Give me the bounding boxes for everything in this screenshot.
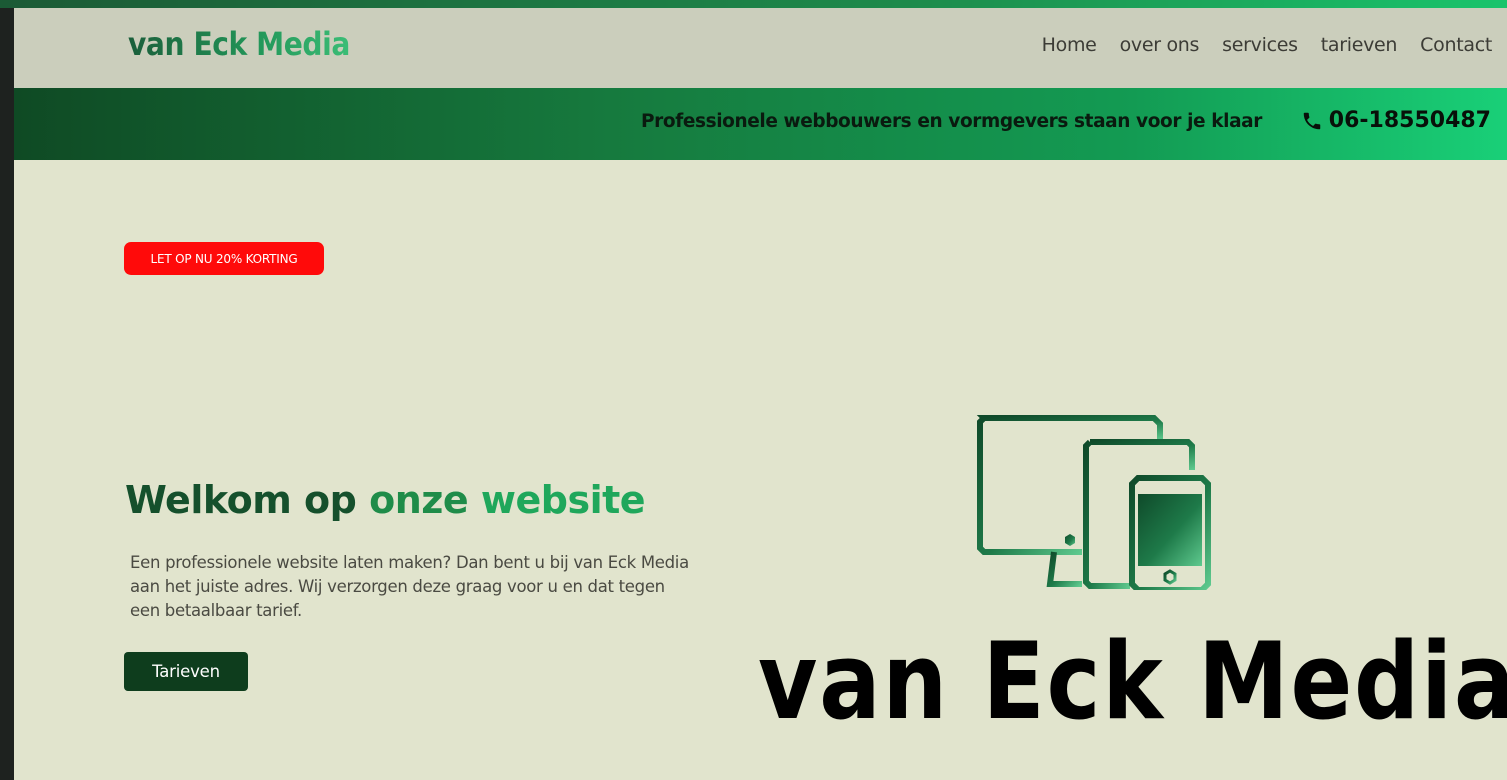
hero-title-part1: Welkom op — [125, 478, 357, 522]
phone-link[interactable]: 06-18550487 — [1301, 108, 1491, 133]
nav-tarieven[interactable]: tarieven — [1321, 34, 1398, 56]
devices-icon — [976, 415, 1211, 590]
nav-contact[interactable]: Contact — [1420, 34, 1492, 56]
hero-description: Een professionele website laten maken? D… — [130, 553, 689, 620]
site-logo[interactable]: van Eck Media — [128, 25, 350, 63]
nav-home[interactable]: Home — [1042, 34, 1097, 56]
phone-icon — [1303, 112, 1321, 129]
main-nav: Home over ons services tarieven Contact — [1042, 34, 1493, 56]
top-accent-strip — [0, 0, 1507, 8]
tarieven-button[interactable]: Tarieven — [124, 652, 248, 691]
nav-services[interactable]: services — [1222, 34, 1298, 56]
website: van Eck Media Home over ons services tar… — [14, 8, 1507, 780]
nav-over-ons[interactable]: over ons — [1120, 34, 1200, 56]
contact-banner: Professionele webbouwers en vormgevers s… — [14, 88, 1507, 160]
left-window-edge — [0, 8, 15, 780]
brand-wordmark: van Eck Media — [758, 620, 1507, 743]
browser-frame: van Eck Media Home over ons services tar… — [0, 0, 1507, 780]
hero-title-part2: onze — [369, 478, 469, 522]
hero-title-part3: website — [480, 478, 646, 522]
discount-badge: LET OP NU 20% KORTING — [124, 242, 324, 275]
banner-tagline: Professionele webbouwers en vormgevers s… — [641, 111, 1262, 132]
hero-title: Welkom op onze website — [125, 478, 646, 522]
navbar: van Eck Media Home over ons services tar… — [14, 8, 1507, 88]
phone-number: 06-18550487 — [1328, 108, 1491, 133]
